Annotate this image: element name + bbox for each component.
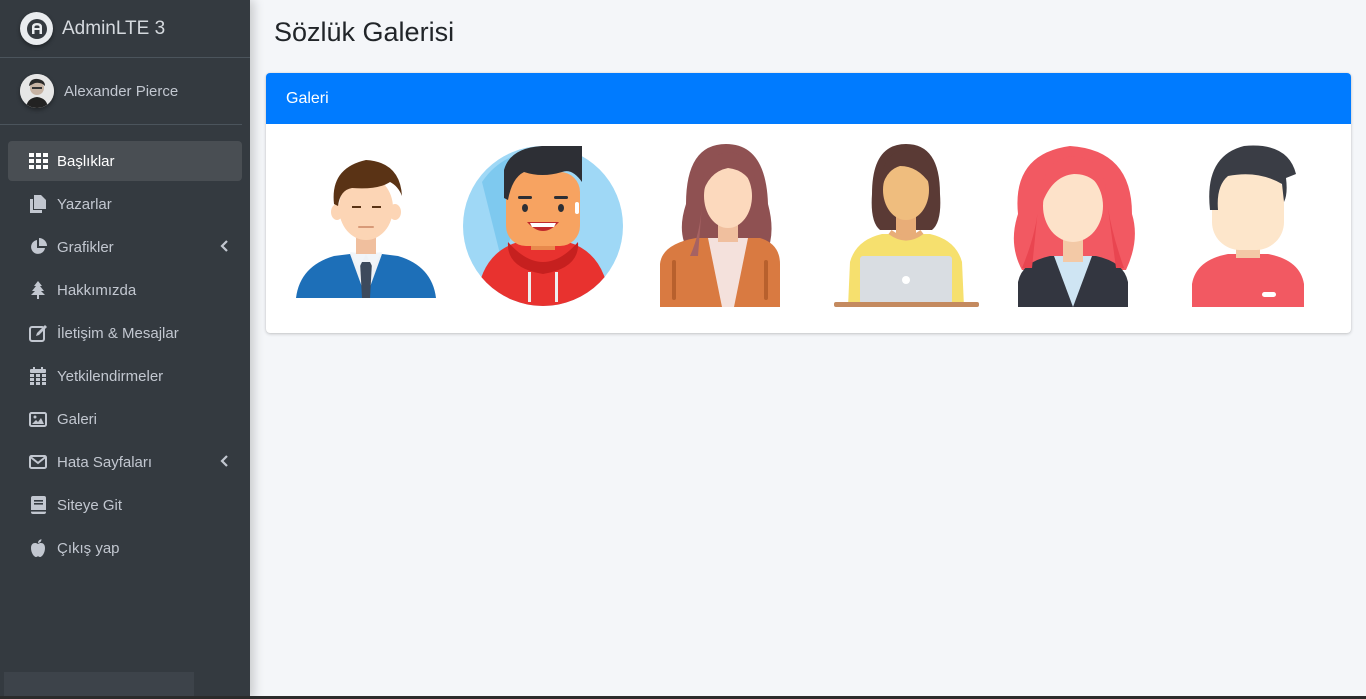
sidebar-item-label: Çıkış yap: [57, 539, 120, 557]
image-icon: [28, 409, 48, 429]
copy-icon: [28, 194, 48, 214]
sidebar-item-siteye-git[interactable]: Siteye Git: [8, 485, 242, 525]
chevron-left-icon: [220, 454, 228, 471]
edit-icon: [28, 323, 48, 343]
sidebar-item-cikis-yap[interactable]: Çıkış yap: [8, 528, 242, 568]
adminlte-logo-icon: [20, 12, 53, 45]
woman-laptop-avatar[interactable]: [834, 144, 979, 307]
sidebar-item-yetkilendirmeler[interactable]: Yetkilendirmeler: [8, 356, 242, 396]
sidebar-scrollbar[interactable]: [4, 672, 194, 699]
th-grid-icon: [28, 151, 48, 171]
sidebar-item-label: İletişim & Mesajlar: [57, 324, 179, 342]
content-wrapper: Sözlük Galerisi Galeri: [250, 0, 1366, 699]
sidebar-item-grafikler[interactable]: Grafikler: [8, 227, 242, 267]
sidebar-item-label: Galeri: [57, 410, 98, 428]
man-red-shirt-avatar[interactable]: [1188, 144, 1308, 307]
sidebar-item-basliklar[interactable]: Başlıklar: [8, 141, 242, 181]
card-title: Galeri: [286, 89, 329, 107]
main-sidebar: AdminLTE 3 Alexander Pierce Başlıklar Ya…: [0, 0, 250, 699]
gallery-grid: [266, 124, 1351, 333]
tree-icon: [28, 280, 48, 300]
sidebar-item-yazarlar[interactable]: Yazarlar: [8, 184, 242, 224]
chevron-left-icon: [220, 239, 228, 256]
woman-red-hair-avatar[interactable]: [1008, 144, 1138, 307]
smiling-man-hoodie-avatar[interactable]: [462, 142, 624, 306]
chart-pie-icon: [28, 237, 48, 257]
brand-link[interactable]: AdminLTE 3: [0, 0, 250, 58]
sidebar-item-label: Grafikler: [57, 238, 114, 256]
sidebar-item-label: Hata Sayfaları: [57, 453, 153, 471]
gallery-card: Galeri: [266, 73, 1351, 333]
user-panel[interactable]: Alexander Pierce: [0, 58, 242, 125]
sidebar-item-label: Yetkilendirmeler: [57, 367, 164, 385]
sidebar-nav: Başlıklar Yazarlar Grafikler Hakkımızda …: [0, 125, 250, 568]
sidebar-item-iletisim[interactable]: İletişim & Mesajlar: [8, 313, 242, 353]
sidebar-item-label: Yazarlar: [57, 195, 112, 213]
card-header: Galeri: [266, 73, 1351, 124]
page-title: Sözlük Galerisi: [274, 17, 455, 47]
sidebar-item-hata-sayfalari[interactable]: Hata Sayfaları: [8, 442, 242, 482]
calendar-icon: [28, 366, 48, 386]
user-avatar: [20, 74, 54, 108]
apple-icon: [28, 538, 48, 558]
brand-text: AdminLTE 3: [62, 17, 166, 39]
user-name[interactable]: Alexander Pierce: [64, 83, 178, 100]
envelope-icon: [28, 452, 48, 472]
sidebar-item-label: Başlıklar: [57, 152, 115, 170]
book-icon: [28, 495, 48, 515]
sidebar-item-galeri[interactable]: Galeri: [8, 399, 242, 439]
businessman-avatar[interactable]: [294, 144, 439, 307]
woman-brown-hair-avatar[interactable]: [656, 144, 801, 307]
sidebar-item-label: Siteye Git: [57, 496, 123, 514]
sidebar-item-hakkimizda[interactable]: Hakkımızda: [8, 270, 242, 310]
sidebar-item-label: Hakkımızda: [57, 281, 137, 299]
